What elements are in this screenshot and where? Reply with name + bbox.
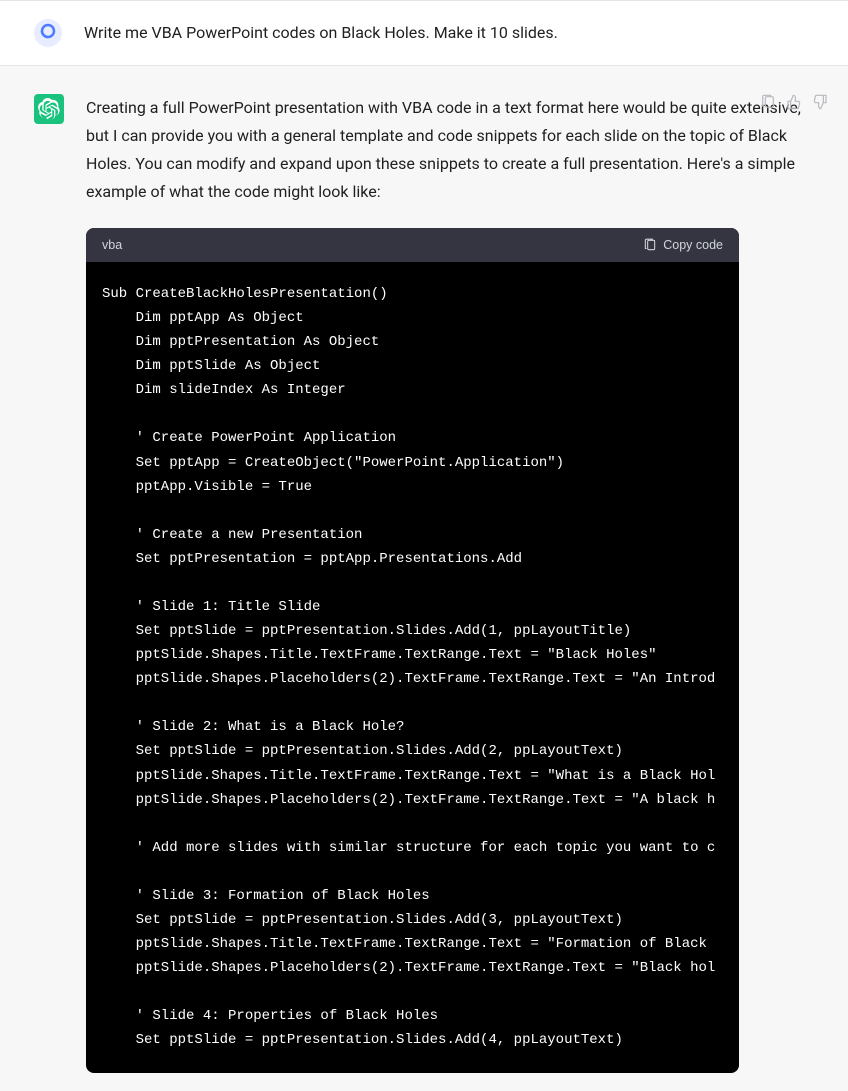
clipboard-icon	[760, 94, 776, 110]
assistant-intro-text: Creating a full PowerPoint presentation …	[86, 94, 802, 206]
user-avatar	[34, 19, 62, 47]
assistant-message: Creating a full PowerPoint presentation …	[0, 66, 848, 1091]
thumbs-up-button[interactable]	[786, 94, 802, 114]
message-actions	[760, 94, 828, 114]
assistant-avatar	[34, 94, 64, 124]
thumbs-down-button[interactable]	[812, 94, 828, 114]
code-header: vba Copy code	[86, 228, 739, 262]
user-avatar-icon	[34, 19, 62, 47]
copy-code-label: Copy code	[663, 238, 723, 252]
copy-code-button[interactable]: Copy code	[643, 238, 723, 252]
code-text: Sub CreateBlackHolesPresentation() Dim p…	[102, 282, 723, 1053]
thumbs-down-icon	[812, 94, 828, 110]
code-language-label: vba	[102, 238, 122, 252]
code-content[interactable]: Sub CreateBlackHolesPresentation() Dim p…	[86, 262, 739, 1073]
copy-message-button[interactable]	[760, 94, 776, 114]
assistant-message-body: Creating a full PowerPoint presentation …	[86, 94, 826, 1073]
code-block: vba Copy code Sub CreateBlackHolesPresen…	[86, 228, 739, 1073]
user-message: Write me VBA PowerPoint codes on Black H…	[0, 0, 848, 66]
user-message-text: Write me VBA PowerPoint codes on Black H…	[84, 19, 800, 47]
thumbs-up-icon	[786, 94, 802, 110]
assistant-avatar-icon	[38, 98, 60, 120]
clipboard-icon	[643, 238, 657, 252]
user-message-body: Write me VBA PowerPoint codes on Black H…	[84, 19, 824, 47]
